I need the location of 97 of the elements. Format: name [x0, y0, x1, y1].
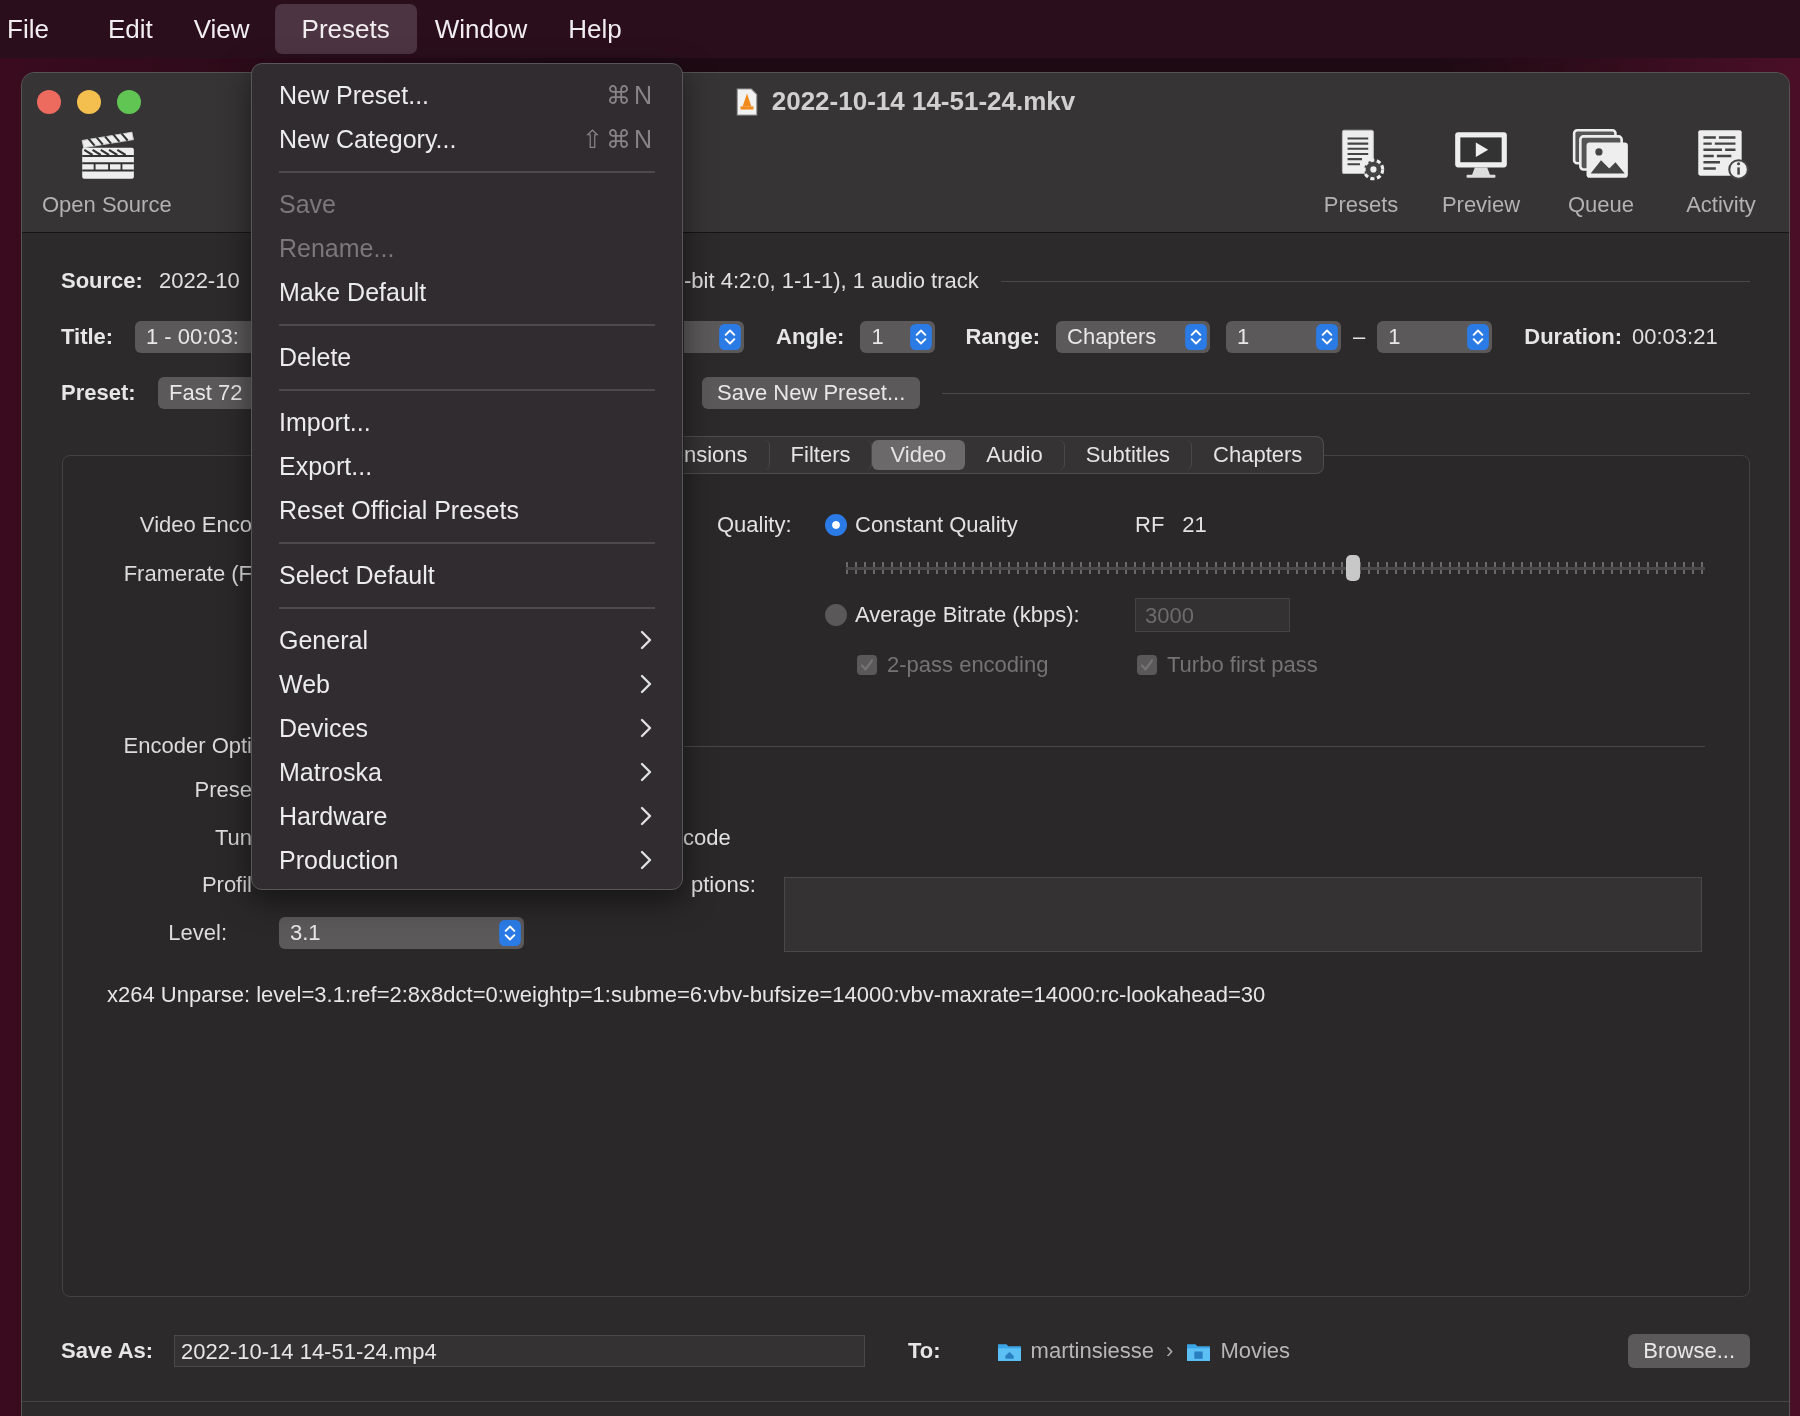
chevron-right-icon — [640, 762, 652, 782]
field-label: Range: — [965, 324, 1040, 350]
menu-item[interactable]: Make Default — [252, 270, 682, 314]
chevron-right-icon — [640, 850, 652, 870]
field-label: Title: — [61, 324, 115, 350]
stepper-icon — [1185, 324, 1207, 350]
toolbar-button[interactable]: Preview — [1427, 126, 1535, 218]
stepper-icon — [910, 324, 933, 350]
path-separator: › — [1166, 1338, 1174, 1364]
close-button[interactable] — [37, 89, 61, 114]
menu-item[interactable]: Devices — [252, 706, 682, 750]
rf-value: 21 — [1182, 512, 1207, 538]
chevron-right-icon — [640, 718, 652, 738]
menu-bar-item[interactable]: File — [0, 4, 65, 54]
popup-button[interactable]: 1 - 00:03: — [135, 321, 252, 353]
menu-bar-item[interactable]: View — [177, 4, 266, 54]
tab[interactable]: Video — [872, 440, 966, 470]
field-label: To: — [908, 1338, 941, 1364]
browse-button[interactable]: Browse... — [1628, 1334, 1750, 1368]
options-field[interactable] — [784, 877, 1702, 952]
field-label: Framerate (F — [123, 560, 252, 588]
field-label: Angle: — [776, 324, 845, 350]
minimize-button[interactable] — [77, 89, 101, 114]
source-text: -bit 4:2:0, 1-1-1), 1 audio track — [684, 268, 979, 294]
checkmark-icon — [859, 657, 875, 673]
menu-bar-item[interactable]: Help — [552, 4, 638, 54]
tab[interactable]: Chapters — [1192, 440, 1324, 470]
zoom-button[interactable] — [117, 89, 141, 114]
stepper-icon — [1467, 324, 1490, 350]
toolbar-button[interactable]: Queue — [1547, 126, 1655, 218]
range-dash: – — [1353, 324, 1366, 350]
field-label: Save As: — [61, 1338, 155, 1364]
field-label: ptions: — [690, 871, 757, 899]
save-new-preset-button[interactable]: Save New Preset... — [702, 377, 921, 409]
menu-bar-item[interactable]: Presets — [274, 4, 417, 54]
stepper-icon — [719, 324, 741, 350]
slider-thumb[interactable] — [1345, 555, 1360, 581]
popup-button[interactable]: 3.1 — [279, 917, 524, 949]
path-item[interactable]: Movies — [1186, 1338, 1291, 1364]
menu-bar-item[interactable]: Window — [418, 4, 544, 54]
menu-item[interactable]: General — [252, 618, 682, 662]
toolbar-button[interactable]: Open Source — [34, 126, 180, 218]
popup-button[interactable] — [684, 321, 744, 353]
menu-item[interactable]: New Category... ⇧⌘N — [252, 117, 682, 161]
radio-label: Average Bitrate (kbps): — [855, 602, 1081, 628]
field-label: Encoder Opti — [123, 732, 252, 760]
field-label: Tun — [214, 824, 252, 852]
chevron-right-icon — [640, 630, 652, 650]
toolbar-button[interactable]: Activity — [1667, 126, 1775, 218]
chevron-right-icon — [640, 674, 652, 694]
filename-field[interactable]: 2022-10-14 14-51-24.mp4 — [174, 1335, 865, 1367]
menu-item[interactable]: Import... — [252, 400, 682, 444]
checkbox-label: Turbo first pass — [1167, 652, 1318, 678]
popup-button[interactable]: 1 — [1226, 321, 1341, 353]
popup-button[interactable]: Fast 72 — [158, 377, 252, 409]
rf-label: RF — [1135, 512, 1165, 538]
menu-item[interactable]: Production — [252, 838, 682, 882]
window-title: 2022-10-14 14-51-24.mkv — [771, 86, 1076, 117]
field-label: Level: — [167, 920, 227, 946]
menu-item[interactable]: Hardware — [252, 794, 682, 838]
stepper-icon — [499, 920, 521, 946]
popup-button[interactable]: 1 — [1377, 321, 1493, 353]
checkmark-icon — [1139, 657, 1155, 673]
menu-item[interactable]: Web — [252, 662, 682, 706]
chevron-right-icon — [640, 806, 652, 826]
menu-item[interactable]: Matroska — [252, 750, 682, 794]
menu-item[interactable]: Select Default — [252, 553, 682, 597]
menu-item[interactable]: Export... — [252, 444, 682, 488]
menu-item[interactable]: New Preset... ⌘N — [252, 73, 682, 117]
field-label: Source: — [61, 268, 143, 294]
shortcut-text: ⇧⌘N — [581, 124, 655, 154]
stepper-icon — [1316, 324, 1338, 350]
field-label: Quality: — [717, 512, 793, 538]
menu-item[interactable]: Reset Official Presets — [252, 488, 682, 532]
checkbox-label: 2-pass encoding — [887, 652, 1049, 678]
menu-item[interactable]: Delete — [252, 335, 682, 379]
field-label: Video Enco — [139, 511, 252, 539]
option-label: code — [683, 824, 732, 852]
menu-bar-item[interactable]: Edit — [91, 4, 169, 54]
tab[interactable]: Audio — [965, 440, 1065, 470]
field-label: Profil — [201, 871, 252, 899]
file-icon — [735, 87, 758, 116]
duration-value: 00:03:21 — [1632, 324, 1718, 350]
popup-button[interactable]: 1 — [860, 321, 936, 353]
radio-button[interactable] — [825, 604, 847, 626]
tab[interactable]: Subtitles — [1064, 440, 1193, 470]
field-label: Preset: — [61, 380, 137, 406]
radio-button[interactable] — [825, 514, 847, 536]
radio-label: Constant Quality — [855, 512, 1019, 538]
toolbar-button[interactable]: Presets — [1307, 126, 1415, 218]
popup-button[interactable]: Chapters — [1056, 321, 1210, 353]
unparse-text: x264 Unparse: level=3.1:ref=2:8x8dct=0:weightp=1:subme=6:vbv-bufsize=14000:vbv-maxrate=14000:rc-lookahead=30 — [107, 981, 1267, 1009]
path-item[interactable]: martinsiesse — [996, 1338, 1155, 1364]
shortcut-text: ⌘N — [605, 80, 655, 110]
source-text: 2022-10 — [158, 268, 240, 294]
field-label: Prese — [194, 776, 252, 804]
field-label: Duration: — [1524, 324, 1623, 350]
